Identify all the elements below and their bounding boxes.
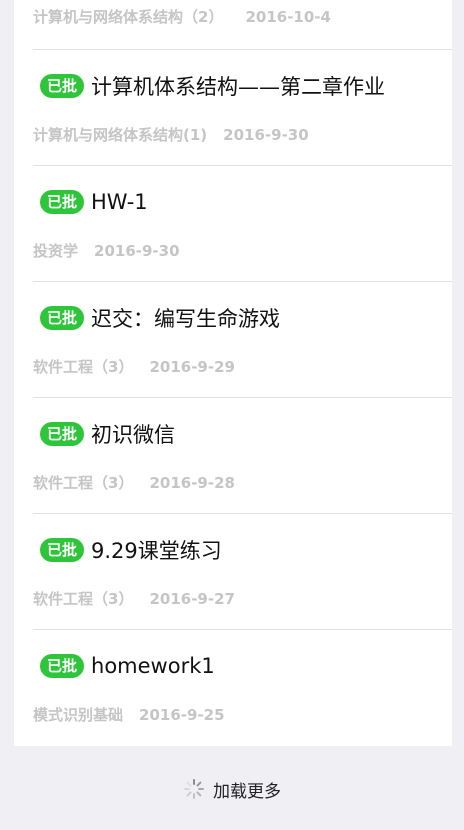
assignment-item[interactable]: 已批 计算机体系结构——第二章作业 计算机与网络体系结构(1) 2016-9-30 bbox=[33, 50, 452, 166]
item-title: HW-1 bbox=[91, 190, 148, 214]
partial-item-meta: 计算机与网络体系结构（2） 2016-10-4 bbox=[33, 6, 331, 27]
graded-badge: 已批 bbox=[40, 190, 85, 214]
assignment-item[interactable]: 已批 homework1 模式识别基础 2016-9-25 bbox=[33, 630, 452, 746]
graded-badge: 已批 bbox=[40, 654, 85, 678]
assignment-list-card: 计算机与网络体系结构（2） 2016-10-4 已批 计算机体系结构——第二章作业… bbox=[14, 0, 452, 746]
graded-badge: 已批 bbox=[40, 306, 85, 330]
item-title: homework1 bbox=[91, 654, 215, 678]
item-meta: 计算机与网络体系结构(1) 2016-9-30 bbox=[33, 124, 309, 145]
item-course: 软件工程（3） bbox=[33, 358, 134, 376]
item-meta: 软件工程（3） 2016-9-28 bbox=[33, 472, 235, 493]
item-course: 投资学 bbox=[33, 242, 79, 260]
item-date: 2016-9-30 bbox=[223, 126, 309, 144]
item-title-row: 已批 迟交：编写生命游戏 bbox=[40, 304, 280, 332]
item-title: 计算机体系结构——第二章作业 bbox=[91, 75, 386, 99]
item-course: 软件工程（3） bbox=[33, 590, 134, 608]
assignment-item[interactable]: 已批 9.29课堂练习 软件工程（3） 2016-9-27 bbox=[33, 514, 452, 630]
item-course: 计算机与网络体系结构（2） bbox=[33, 8, 224, 26]
assignment-item[interactable]: 已批 初识微信 软件工程（3） 2016-9-28 bbox=[33, 398, 452, 514]
item-date: 2016-9-30 bbox=[94, 242, 180, 260]
item-meta: 软件工程（3） 2016-9-27 bbox=[33, 588, 235, 609]
item-meta: 软件工程（3） 2016-9-29 bbox=[33, 356, 235, 377]
item-date: 2016-9-27 bbox=[149, 590, 235, 608]
item-title-row: 已批 HW-1 bbox=[40, 188, 148, 216]
item-course: 模式识别基础 bbox=[33, 706, 124, 724]
item-title-row: 已批 9.29课堂练习 bbox=[40, 536, 222, 564]
item-date: 2016-10-4 bbox=[245, 8, 331, 26]
loading-spinner-icon bbox=[184, 779, 204, 799]
load-more-button[interactable]: 加载更多 bbox=[0, 776, 464, 802]
item-title-row: 已批 初识微信 bbox=[40, 420, 175, 448]
load-more-label: 加载更多 bbox=[213, 781, 281, 802]
item-title: 9.29课堂练习 bbox=[91, 539, 222, 563]
item-title: 迟交：编写生命游戏 bbox=[91, 307, 281, 331]
item-course: 计算机与网络体系结构(1) bbox=[33, 126, 208, 144]
item-meta: 模式识别基础 2016-9-25 bbox=[33, 704, 225, 725]
item-title-row: 已批 homework1 bbox=[40, 652, 215, 680]
graded-badge: 已批 bbox=[40, 74, 85, 98]
graded-badge: 已批 bbox=[40, 538, 85, 562]
item-title-row: 已批 计算机体系结构——第二章作业 bbox=[40, 72, 385, 100]
graded-badge: 已批 bbox=[40, 422, 85, 446]
item-meta: 投资学 2016-9-30 bbox=[33, 240, 180, 261]
item-course: 软件工程（3） bbox=[33, 474, 134, 492]
assignment-item[interactable]: 已批 迟交：编写生命游戏 软件工程（3） 2016-9-29 bbox=[33, 282, 452, 398]
item-date: 2016-9-28 bbox=[149, 474, 235, 492]
item-date: 2016-9-29 bbox=[149, 358, 235, 376]
item-date: 2016-9-25 bbox=[139, 706, 225, 724]
item-title: 初识微信 bbox=[91, 423, 176, 447]
assignment-item[interactable]: 已批 HW-1 投资学 2016-9-30 bbox=[33, 166, 452, 282]
